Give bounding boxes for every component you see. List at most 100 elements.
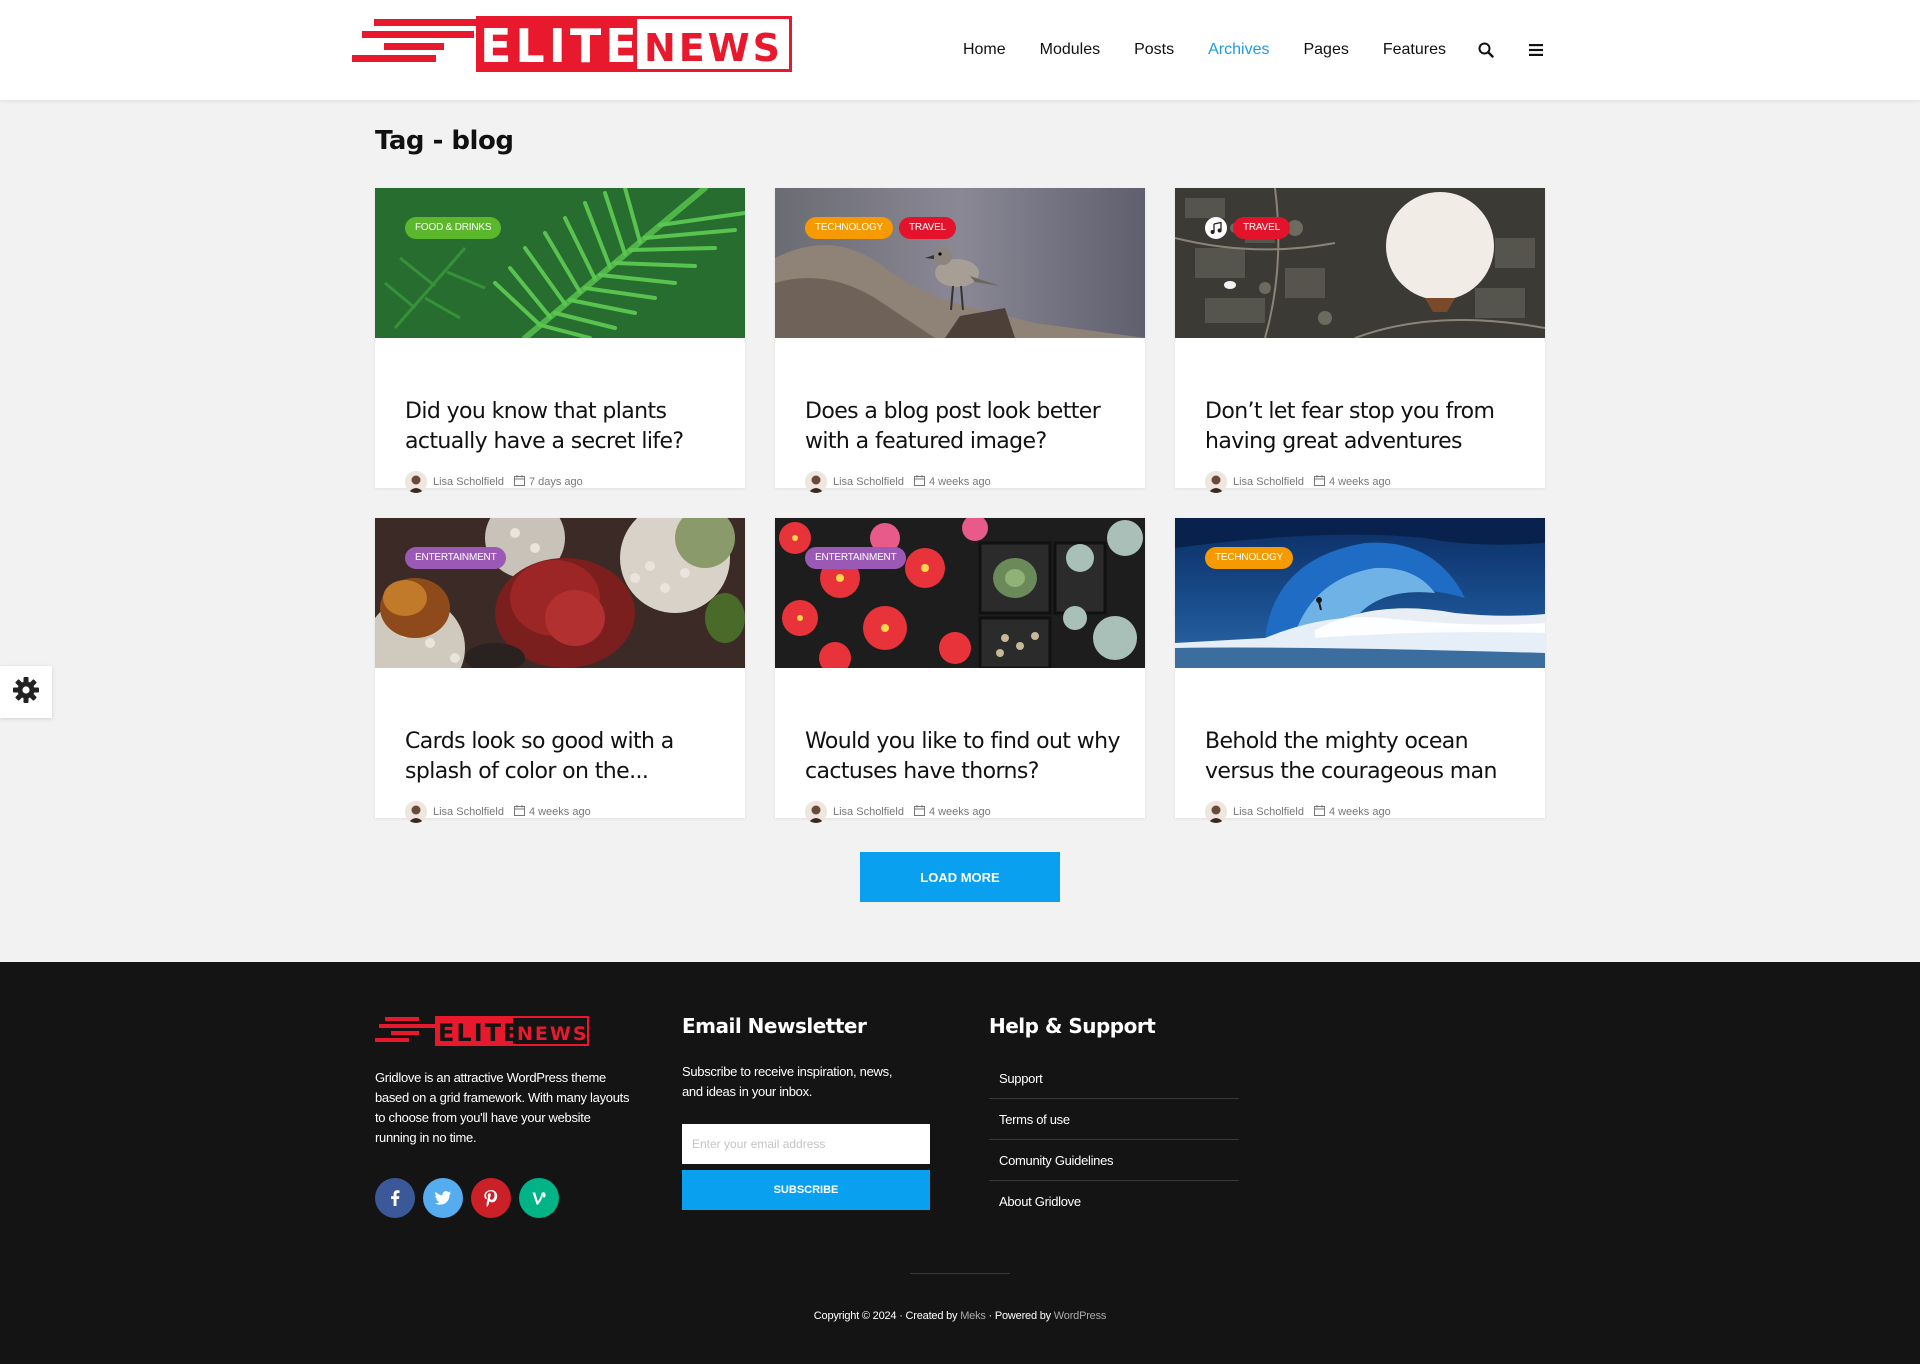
category-badge[interactable]: TRAVEL	[899, 217, 956, 239]
nav-item-pages[interactable]: Pages	[1303, 41, 1348, 59]
post-title[interactable]: Does a blog post look better with a feat…	[805, 397, 1125, 457]
post-featured-image[interactable]	[375, 518, 745, 668]
settings-toggle[interactable]	[0, 666, 52, 718]
post-title[interactable]: Behold the mighty ocean versus the coura…	[1205, 727, 1525, 787]
calendar-icon	[1313, 475, 1325, 489]
nav-item-posts[interactable]: Posts	[1134, 41, 1174, 59]
category-badge[interactable]: FOOD & DRINKS	[405, 217, 502, 239]
post-title[interactable]: Don’t let fear stop you from having grea…	[1205, 397, 1525, 457]
logo-text-elite: ELITE	[480, 19, 641, 72]
footer-logo[interactable]: ELITE NEWS	[375, 1016, 589, 1047]
post-featured-image[interactable]	[1175, 188, 1545, 338]
logo-text-news: NEWS	[644, 26, 783, 70]
post-meta: Lisa Scholfield 7 days ago	[405, 471, 583, 493]
post-featured-image[interactable]	[775, 518, 1145, 668]
post-meta: Lisa Scholfield 4 weeks ago	[805, 471, 991, 493]
footer-logo-news: NEWS	[517, 1023, 589, 1045]
newsletter-heading: Email Newsletter	[682, 1014, 867, 1038]
footer-about-text: Gridlove is an attractive WordPress them…	[375, 1070, 630, 1145]
nav-item-home[interactable]: Home	[963, 41, 1006, 59]
music-note-icon	[1205, 217, 1227, 239]
social-links	[375, 1178, 559, 1218]
category-badge[interactable]: TRAVEL	[1233, 217, 1290, 239]
author-link[interactable]: Meks	[960, 1310, 986, 1322]
calendar-icon	[513, 475, 525, 489]
category-badges: ENTERTAINMENT	[805, 547, 907, 569]
post-meta: Lisa Scholfield 4 weeks ago	[405, 801, 591, 823]
nav-item-features[interactable]: Features	[1383, 41, 1446, 59]
support-link-terms[interactable]: Terms of use	[989, 1099, 1239, 1140]
post-title[interactable]: Cards look so good with a splash of colo…	[405, 727, 725, 787]
post-date: 4 weeks ago	[928, 476, 991, 488]
author-name[interactable]: Lisa Scholfield	[1233, 476, 1304, 488]
author-avatar	[805, 471, 827, 493]
post-featured-image[interactable]	[1175, 518, 1545, 668]
post-date: 4 weeks ago	[1328, 476, 1391, 488]
twitter-icon[interactable]	[423, 1178, 463, 1218]
author-avatar	[405, 471, 427, 493]
post-card: FOOD & DRINKS Did you know that plants a…	[375, 188, 745, 493]
category-badge[interactable]: ENTERTAINMENT	[405, 547, 507, 569]
category-badge[interactable]: ENTERTAINMENT	[805, 547, 907, 569]
author-name[interactable]: Lisa Scholfield	[833, 476, 904, 488]
support-link-guidelines[interactable]: Comunity Guidelines	[989, 1140, 1239, 1181]
author-name[interactable]: Lisa Scholfield	[433, 806, 504, 818]
post-title[interactable]: Would you like to find out why cactuses …	[805, 727, 1125, 787]
site-footer: ELITE NEWS Gridlove is an attractive Wor…	[0, 962, 1920, 1364]
category-badges: TECHNOLOGY TRAVEL	[805, 217, 956, 239]
post-card: ENTERTAINMENT Would you like to find out…	[775, 518, 1145, 823]
post-date: 4 weeks ago	[1328, 806, 1391, 818]
post-card: TECHNOLOGY Behold the mighty ocean versu…	[1175, 518, 1545, 823]
author-name[interactable]: Lisa Scholfield	[433, 476, 504, 488]
pinterest-icon[interactable]	[471, 1178, 511, 1218]
author-avatar	[405, 801, 427, 823]
calendar-icon	[1313, 805, 1325, 819]
author-name[interactable]: Lisa Scholfield	[1233, 806, 1304, 818]
category-badges: ENTERTAINMENT	[405, 547, 507, 569]
post-featured-image[interactable]	[775, 188, 1145, 338]
calendar-icon	[913, 475, 925, 489]
category-badge[interactable]: TECHNOLOGY	[805, 217, 894, 239]
search-icon[interactable]	[1476, 40, 1496, 60]
main-nav: Home Modules Posts Archives Pages Featur…	[929, 0, 1546, 100]
site-header: ELITE NEWS Home Modules Posts Archives P…	[0, 0, 1920, 100]
author-avatar	[1205, 801, 1227, 823]
post-card: ENTERTAINMENT Cards look so good with a …	[375, 518, 745, 823]
author-avatar	[1205, 471, 1227, 493]
load-more-button[interactable]: LOAD MORE	[860, 852, 1060, 902]
newsletter-text: Subscribe to receive inspiration, news, …	[682, 1064, 893, 1099]
copyright-prefix: Copyright © 2024 · Created by	[813, 1310, 961, 1322]
copyright-middle: · Powered by	[985, 1310, 1054, 1322]
facebook-icon[interactable]	[375, 1178, 415, 1218]
author-name[interactable]: Lisa Scholfield	[833, 806, 904, 818]
subscribe-button[interactable]: SUBSCRIBE	[682, 1170, 930, 1210]
menu-icon[interactable]	[1526, 40, 1546, 60]
support-heading: Help & Support	[989, 1014, 1156, 1038]
platform-link[interactable]: WordPress	[1054, 1310, 1107, 1322]
footer-logo-elite: ELITE	[438, 1019, 521, 1046]
category-badge[interactable]: TECHNOLOGY	[1205, 547, 1294, 569]
post-date: 7 days ago	[528, 476, 583, 488]
support-link-about[interactable]: About Gridlove	[989, 1181, 1239, 1222]
vine-icon[interactable]	[519, 1178, 559, 1218]
nav-item-archives[interactable]: Archives	[1208, 41, 1269, 59]
page-title: Tag - blog	[375, 126, 514, 156]
post-meta: Lisa Scholfield 4 weeks ago	[1205, 471, 1391, 493]
calendar-icon	[513, 805, 525, 819]
nav-item-modules[interactable]: Modules	[1040, 41, 1100, 59]
site-logo[interactable]: ELITE NEWS	[352, 16, 792, 73]
post-title[interactable]: Did you know that plants actually have a…	[405, 397, 725, 457]
post-meta: Lisa Scholfield 4 weeks ago	[1205, 801, 1391, 823]
post-card: TRAVEL Don’t let fear stop you from havi…	[1175, 188, 1545, 493]
support-link-support[interactable]: Support	[989, 1058, 1239, 1099]
category-badges: TRAVEL	[1205, 217, 1290, 239]
email-field[interactable]	[682, 1124, 930, 1164]
post-date: 4 weeks ago	[528, 806, 591, 818]
post-card: TECHNOLOGY TRAVEL Does a blog post look …	[775, 188, 1145, 493]
post-date: 4 weeks ago	[928, 806, 991, 818]
author-avatar	[805, 801, 827, 823]
support-links: Support Terms of use Comunity Guidelines…	[989, 1058, 1239, 1222]
post-featured-image[interactable]	[375, 188, 745, 338]
gear-icon	[12, 676, 40, 709]
category-badges: FOOD & DRINKS	[405, 217, 502, 239]
